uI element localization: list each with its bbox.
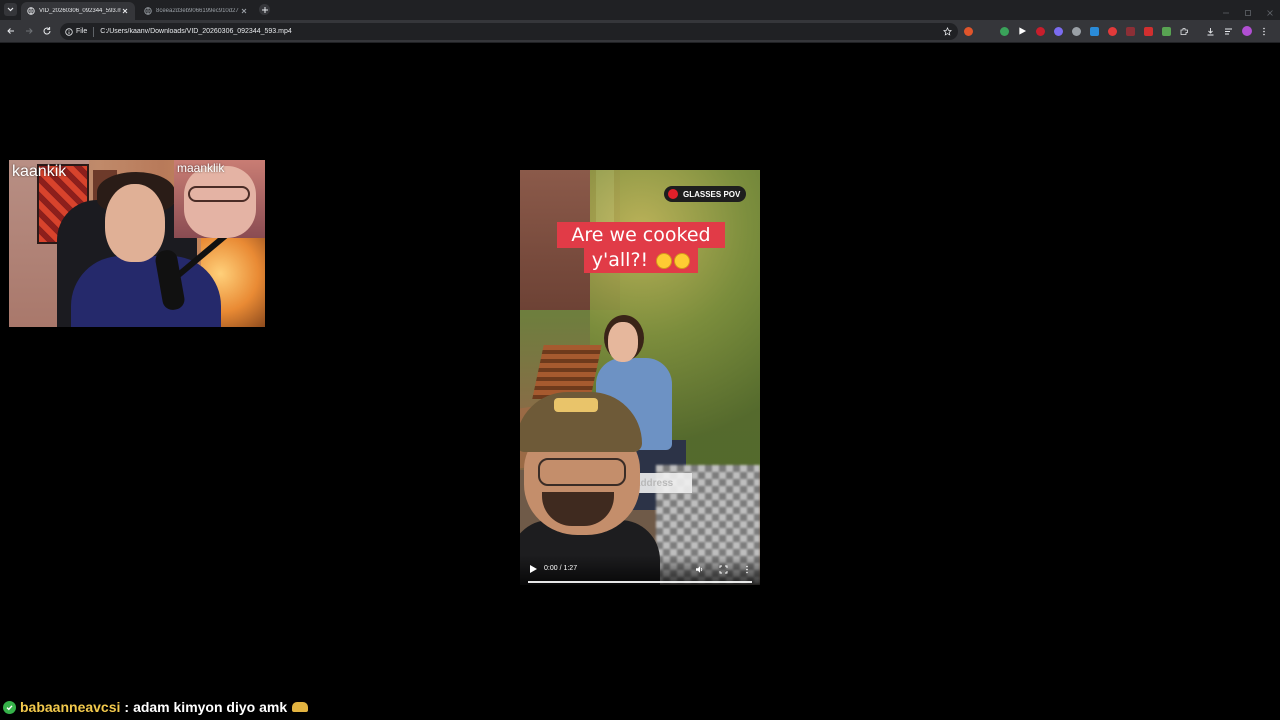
chat-username: babaanneavcsi — [20, 699, 121, 715]
close-tab-button[interactable] — [121, 7, 129, 15]
tab-video[interactable]: VID_20260306_092344_593.mp4 — [21, 2, 135, 20]
chat-text: adam kimyon diyo amk — [133, 699, 288, 715]
extension-4-icon[interactable] — [1036, 26, 1045, 36]
window-controls — [1222, 4, 1274, 16]
info-icon[interactable] — [65, 27, 73, 36]
pip-glasses — [188, 186, 250, 202]
chat-separator: : — [124, 699, 130, 715]
close-icon — [241, 8, 247, 14]
playlist-icon[interactable] — [1224, 27, 1233, 36]
globe-icon — [144, 7, 152, 15]
tab-strip: VID_20260306_092344_593.mp4 8ceea2d3eb90… — [0, 0, 1280, 20]
minimize-button[interactable] — [1222, 4, 1230, 14]
reload-icon[interactable] — [42, 26, 52, 36]
extensions-puzzle-icon[interactable] — [1180, 27, 1189, 36]
chat-message: babaanneavcsi : adam kimyon diyo amk — [3, 698, 309, 716]
address-bar[interactable]: File C:/Users/kaanv/Downloads/VID_202603… — [60, 23, 958, 40]
extension-7-icon[interactable] — [1090, 26, 1099, 36]
record-dot-icon — [668, 189, 678, 199]
video-controls: 0:00 / 1:27 — [520, 555, 760, 585]
fullscreen-icon[interactable] — [719, 565, 728, 574]
tab-title: 8ceea2d3eb9066199ec910d27 — [156, 8, 239, 14]
video-woman-face — [608, 322, 638, 362]
webcam-overlay: kaankik maanklik — [9, 160, 265, 327]
profile-avatar[interactable] — [1242, 26, 1252, 36]
download-icon[interactable] — [1206, 27, 1215, 36]
maximize-button[interactable] — [1244, 4, 1252, 16]
extension-9-icon[interactable] — [1126, 26, 1135, 36]
back-arrow-icon[interactable] — [6, 26, 16, 36]
pip-face — [184, 166, 256, 238]
badge-text: GLASSES POV — [683, 189, 741, 199]
close-tab-button[interactable] — [240, 7, 248, 15]
extension-3-icon[interactable] — [1019, 27, 1027, 35]
close-icon — [122, 8, 128, 14]
extension-8-icon[interactable] — [1108, 26, 1117, 36]
video-time: 0:00 / 1:27 — [544, 565, 578, 572]
extension-10-icon[interactable] — [1144, 26, 1153, 36]
plus-icon — [261, 6, 268, 13]
extensions-row — [964, 25, 1276, 37]
new-tab-button[interactable] — [259, 4, 270, 15]
tab-search-button[interactable] — [4, 3, 17, 16]
video-hat-badge — [554, 398, 598, 412]
tab-title: VID_20260306_092344_593.mp4 — [39, 8, 121, 14]
verified-badge-icon — [3, 700, 16, 714]
extension-11-icon[interactable] — [1162, 26, 1171, 36]
menu-dots-icon[interactable] — [1261, 27, 1267, 36]
globe-icon — [27, 7, 35, 15]
close-window-button[interactable] — [1266, 4, 1274, 16]
hat-emote-icon — [292, 702, 309, 712]
url-text[interactable]: C:/Users/kaanv/Downloads/VID_20260306_09… — [100, 28, 943, 35]
extension-5-icon[interactable] — [1054, 26, 1063, 36]
video-man-glasses — [538, 458, 626, 486]
extension-2-icon[interactable] — [1000, 26, 1009, 36]
checkmark-icon — [6, 704, 13, 710]
video-player[interactable]: our address GLASSES POV Are we cooked y'… — [520, 170, 760, 585]
webcam-name-main: kaankik — [12, 163, 67, 180]
glasses-pov-badge: GLASSES POV — [664, 186, 746, 202]
extension-1-icon[interactable] — [964, 26, 973, 36]
caption-line-2: y'all?! — [583, 247, 699, 273]
more-options-icon[interactable] — [744, 565, 750, 574]
video-progress-bar[interactable] — [528, 581, 752, 583]
volume-icon[interactable] — [695, 565, 704, 574]
streamer-body — [71, 256, 221, 327]
close-icon — [1267, 10, 1273, 16]
video-caption: Are we cooked y'all?! — [557, 222, 725, 278]
video-chair — [532, 345, 602, 399]
streamer-face — [105, 184, 165, 262]
grimacing-face-emoji-icon — [656, 252, 673, 269]
chevron-down-icon — [7, 7, 14, 12]
browser-toolbar: File C:/Users/kaanv/Downloads/VID_202603… — [0, 20, 1280, 43]
play-icon[interactable] — [530, 565, 537, 573]
tab-second[interactable]: 8ceea2d3eb9066199ec910d27 — [138, 2, 254, 20]
webcam-name-pip: maanklik — [177, 161, 225, 175]
forward-arrow-icon[interactable] — [24, 26, 34, 36]
bookmark-star-icon[interactable] — [943, 27, 952, 36]
restore-icon — [1245, 10, 1251, 16]
caption-line-1: Are we cooked — [557, 222, 725, 248]
extension-6-icon[interactable] — [1072, 26, 1081, 36]
caption-line-2-text: y'all?! — [591, 249, 649, 271]
scheme-label: File — [76, 28, 88, 35]
minimize-icon — [1223, 12, 1229, 14]
divider — [93, 26, 95, 37]
flushed-face-emoji-icon — [674, 252, 691, 269]
